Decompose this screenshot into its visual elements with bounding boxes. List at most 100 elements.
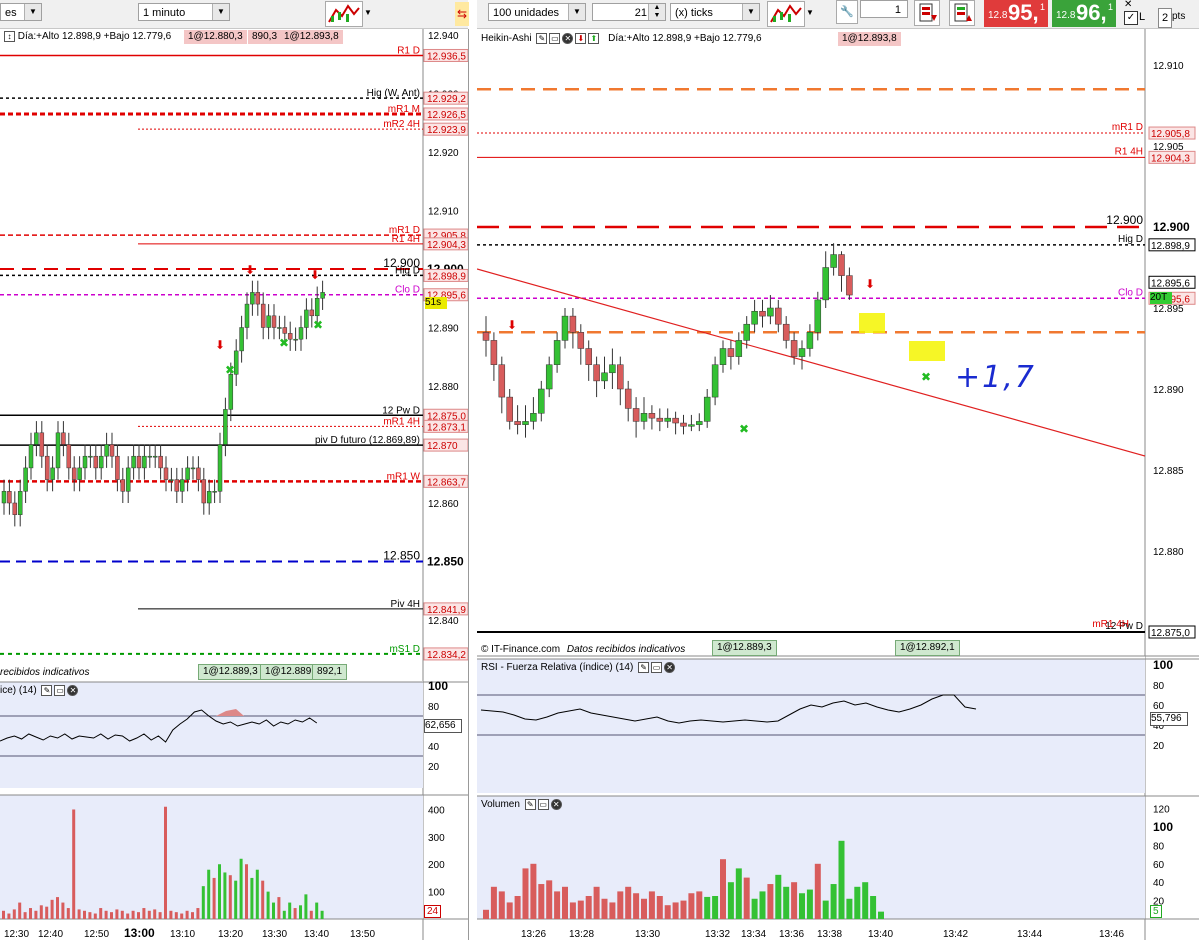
close-icon[interactable]: ✕ — [562, 32, 574, 44]
right-candle-body — [846, 275, 853, 296]
wrench-icon[interactable]: 🔧 — [836, 0, 858, 24]
left-chart-canvas[interactable]: 12.94012.93012.92012.91012.90012.89012.8… — [0, 29, 468, 940]
left-candle-body — [190, 467, 196, 470]
left-candle-body — [82, 455, 88, 469]
right-chart-header: Heikin-Ashi ✎ ▭ ✕ ⬇ ⬆ Día:+Alto 12.898,9 +Ba… — [481, 32, 762, 46]
ticks-stepper[interactable]: 21 ▲ ▼ — [592, 3, 666, 21]
left-candle-body — [44, 455, 50, 480]
right-vol-bar — [577, 900, 584, 919]
left-footer-chip-1[interactable]: 1@12.889,3 — [198, 664, 263, 680]
left-candle-body — [34, 432, 39, 445]
quantity-input[interactable]: 1 — [860, 0, 908, 18]
left-order-chip-2[interactable]: 890,3 — [248, 30, 282, 44]
left-level-price: 12.863,7 — [427, 477, 466, 488]
resize-icon[interactable]: ↕ — [4, 30, 15, 42]
buy-price-button[interactable]: 12.8 96, 1 — [1052, 0, 1116, 27]
left-level-label: Piv 4H — [391, 599, 420, 610]
sell-price-small: 12.8 — [988, 10, 1008, 21]
left-vol-bar — [207, 869, 211, 919]
left-vol-bar — [196, 908, 200, 919]
maximize-icon[interactable]: ▭ — [54, 684, 66, 696]
pts-input[interactable]: 2 — [1158, 8, 1172, 28]
left-vol-bar — [223, 872, 227, 919]
l-checkbox[interactable]: ✓ — [1124, 11, 1138, 25]
right-candle-body — [672, 417, 679, 424]
left-vol-bar — [142, 908, 146, 919]
arrow-up-icon[interactable]: ⬆ — [588, 32, 600, 44]
window-close-icon[interactable]: ✕ — [1124, 0, 1134, 10]
left-candle-body — [228, 374, 234, 410]
units-select[interactable]: 100 unidades ▼ — [488, 3, 586, 21]
ticks-mode-select[interactable]: (x) ticks ▼ — [670, 3, 760, 21]
left-candle-body — [174, 479, 180, 492]
order-book-sell-icon[interactable] — [914, 0, 940, 26]
left-level-price: 12.834,2 — [427, 650, 466, 661]
left-vol-bar — [174, 912, 178, 919]
right-footer-chip-2[interactable]: 1@12.892,1 — [895, 640, 960, 656]
chart-type-button[interactable] — [325, 1, 363, 27]
wrench-icon[interactable]: ✎ — [536, 32, 548, 44]
left-vol-bar — [201, 886, 205, 919]
right-level-label: Hig D — [1118, 234, 1143, 245]
left-vol-bar — [88, 912, 92, 919]
close-icon[interactable]: ✕ — [67, 684, 79, 696]
right-chart-canvas[interactable]: 12.91012.90512.90012.89512.89012.88512.8… — [477, 29, 1199, 940]
timeframe-select[interactable]: 1 minuto ▼ — [138, 3, 230, 21]
right-candle-body — [719, 348, 727, 365]
right-last-price: 12.895,6 — [1151, 278, 1190, 289]
right-chart-area[interactable]: 12.910 12.905 12.900 12.895 12.890 12.885 12.8… — [477, 29, 1199, 940]
left-chart-area[interactable]: 12.94012.93012.92012.91012.90012.89012.8… — [0, 29, 469, 940]
left-order-chip-1[interactable]: 1@12.880,3 — [184, 30, 247, 44]
arrow-down-icon[interactable]: ⬇ — [575, 32, 587, 44]
left-candle-body — [304, 309, 309, 328]
left-candle-body — [223, 409, 228, 445]
right-footer-chip-1[interactable]: 1@12.889,3 — [712, 640, 777, 656]
timer-badge: 51s — [425, 297, 447, 309]
close-icon[interactable]: ✕ — [550, 798, 562, 810]
right-vol-bar — [720, 859, 726, 919]
wrench-icon[interactable]: ✎ — [638, 661, 650, 673]
left-candle-body — [250, 292, 255, 305]
right-candle-body — [530, 413, 537, 422]
left-time-label: 12:30 — [4, 929, 29, 940]
wrench-icon[interactable]: ✎ — [524, 798, 536, 810]
wrench-icon[interactable]: ✎ — [41, 684, 53, 696]
left-level-label: Hig D — [395, 265, 420, 276]
left-footer-chip-3[interactable]: 892,1 — [312, 664, 348, 680]
right-rsi-tick: 60 — [1153, 701, 1165, 712]
stepper-arrows-icon[interactable]: ▲ ▼ — [648, 4, 665, 20]
right-candle-body — [490, 340, 498, 365]
chart-type-dropdown[interactable]: ▼ — [362, 1, 374, 25]
footer-note: Datos recibidos indicativos — [566, 644, 686, 655]
ticks-value: 21 — [634, 7, 647, 19]
right-candle-body — [632, 408, 640, 422]
sync-icon[interactable]: ⇆ — [455, 2, 469, 26]
right-candle-body — [585, 348, 592, 365]
order-book-buy-icon[interactable] — [949, 0, 975, 26]
left-rsi-title: ice) (14) — [0, 685, 37, 696]
right-order-chip[interactable]: 1@12.893,8 — [838, 32, 901, 46]
left-instrument-select[interactable]: es ▼ — [0, 3, 42, 21]
right-vol-bar — [727, 882, 734, 919]
right-candle-body — [782, 323, 790, 341]
right-rsi-tick: 20 — [1153, 741, 1165, 752]
left-vol-bar — [50, 899, 54, 919]
right-vol-bar — [735, 868, 742, 919]
sell-price-button[interactable]: 12.8 95, 1 — [984, 0, 1048, 27]
right-vol-bar — [617, 891, 624, 919]
right-chart-type-button[interactable] — [767, 1, 805, 27]
maximize-icon[interactable]: ▭ — [549, 32, 561, 44]
left-day-range: Día:+Alto 12.898,9 +Bajo 12.779,6 — [17, 31, 172, 42]
left-vol-bar — [34, 910, 38, 919]
left-vol-bar — [185, 910, 189, 919]
left-level-label: mS1 D — [389, 644, 420, 655]
right-chart-type-dropdown[interactable]: ▼ — [804, 1, 816, 25]
maximize-icon[interactable]: ▭ — [651, 661, 663, 673]
right-candle-body — [743, 323, 750, 341]
maximize-icon[interactable]: ▭ — [537, 798, 549, 810]
right-rsi-tick: 100 — [1153, 658, 1173, 672]
close-icon[interactable]: ✕ — [664, 661, 676, 673]
left-order-chip-3[interactable]: 1@12.893,8 — [280, 30, 343, 44]
right-time-label: 13:46 — [1099, 929, 1124, 940]
left-vol-bar — [191, 912, 194, 919]
